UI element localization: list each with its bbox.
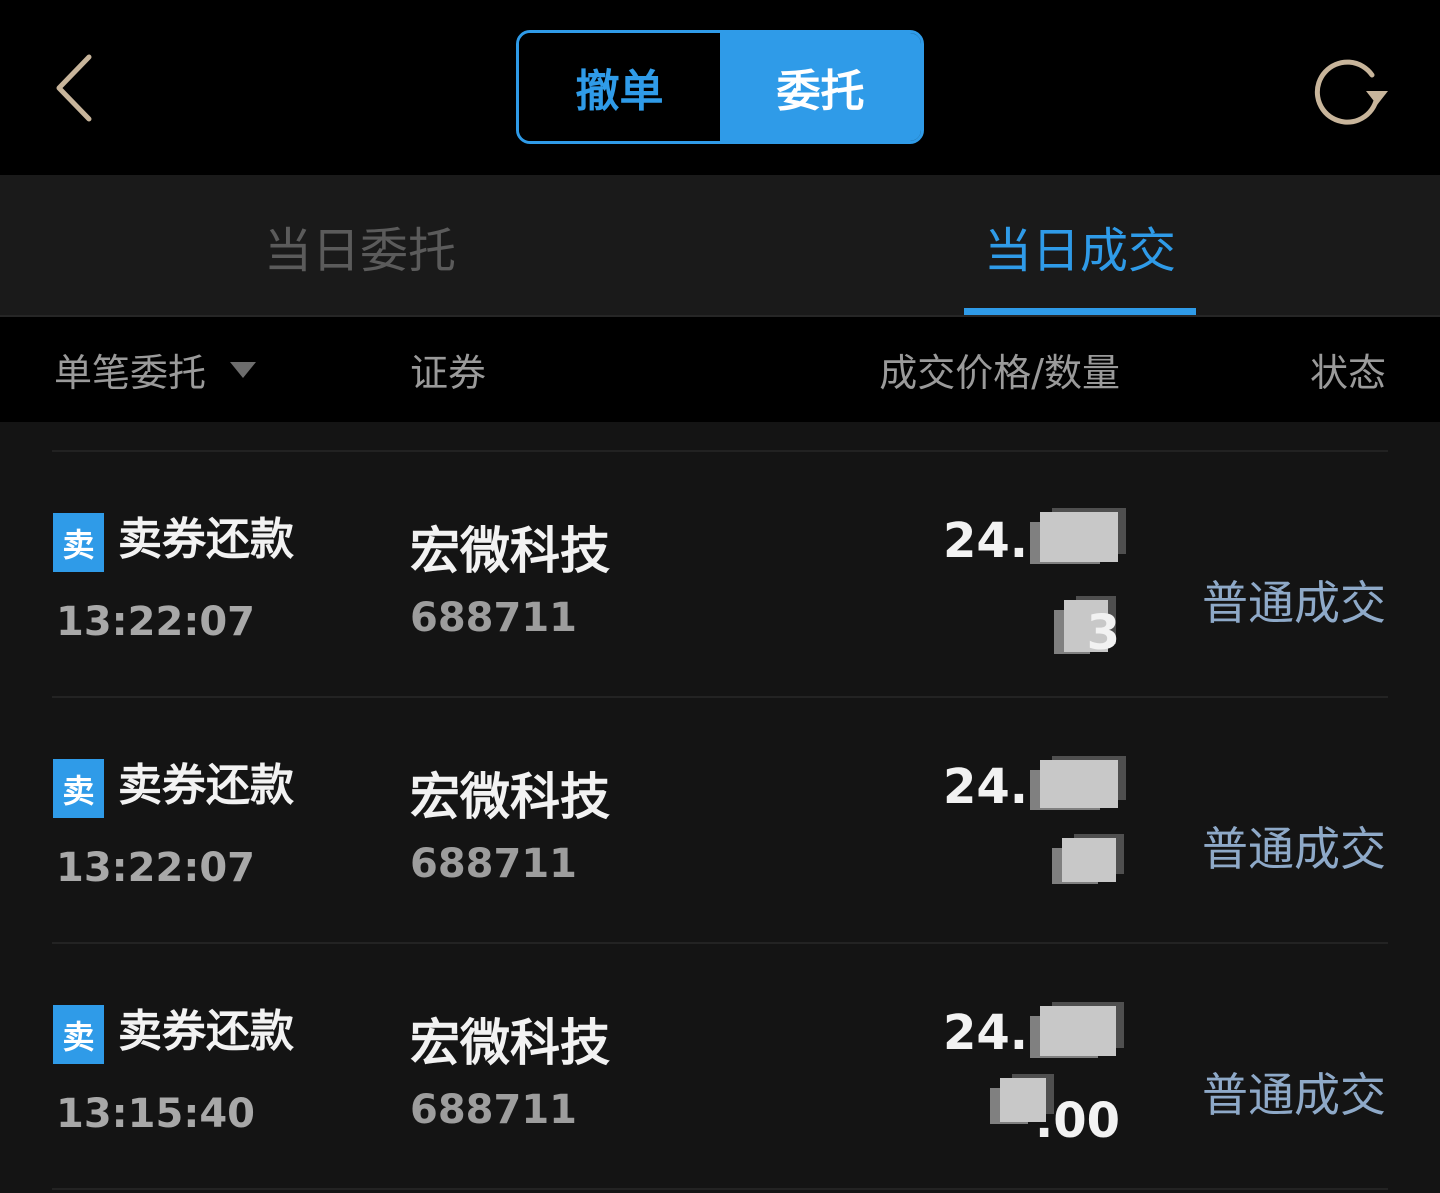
trade-row[interactable]: 卖 卖券还款 13:15:40 宏微科技 688711 24. .00 普通成交 — [0, 944, 1440, 1190]
order-type: 卖券还款 — [118, 760, 294, 811]
app-root: 撤单 委托 当日委托 当日成交 单笔委托 证券 成交价格/数量 状态 卖 卖券还 — [0, 0, 1440, 1193]
column-price-qty: 成交价格/数量 — [879, 351, 1120, 395]
security-code: 688711 — [410, 595, 577, 641]
trade-status: 普通成交 — [1202, 576, 1386, 630]
trade-status: 普通成交 — [1202, 822, 1386, 876]
redacted-mosaic — [1040, 512, 1118, 562]
column-status: 状态 — [1309, 351, 1386, 395]
active-tab-indicator — [964, 308, 1196, 315]
trade-quantity: 3 — [1086, 605, 1120, 661]
security-name: 宏微科技 — [410, 1014, 610, 1072]
trade-price: 24. — [942, 759, 1028, 815]
entrust-tab[interactable]: 委托 — [720, 33, 921, 141]
order-type: 卖券还款 — [118, 1006, 294, 1057]
order-time: 13:22:07 — [56, 599, 255, 645]
redacted-mosaic — [1040, 1006, 1116, 1056]
order-filter-label: 单笔委托 — [54, 351, 207, 395]
trade-quantity: .00 — [1034, 1093, 1120, 1149]
row-divider — [52, 1188, 1388, 1190]
mode-segmented-control: 撤单 委托 — [516, 30, 924, 144]
sub-tab-bar: 当日委托 当日成交 — [0, 175, 1440, 317]
order-time: 13:15:40 — [56, 1091, 255, 1137]
redacted-mosaic — [1062, 838, 1116, 882]
sell-badge: 卖 — [53, 513, 104, 572]
triangle-down-icon — [230, 361, 257, 378]
top-bar: 撤单 委托 — [0, 0, 1440, 175]
column-header: 单笔委托 证券 成交价格/数量 状态 — [0, 317, 1440, 422]
trade-price: 24. — [942, 1005, 1028, 1061]
redacted-mosaic — [1040, 760, 1118, 808]
security-name: 宏微科技 — [410, 768, 610, 826]
order-type: 卖券还款 — [118, 514, 294, 565]
trade-row[interactable]: 卖 卖券还款 13:22:07 宏微科技 688711 24. 3 普通成交 — [0, 452, 1440, 698]
trade-status: 普通成交 — [1202, 1068, 1386, 1122]
cancel-order-tab[interactable]: 撤单 — [519, 33, 720, 141]
chevron-left-icon — [56, 54, 92, 122]
tab-today-trades[interactable]: 当日成交 — [964, 175, 1196, 317]
column-security: 证券 — [410, 351, 487, 395]
sell-badge: 卖 — [53, 1005, 104, 1064]
security-code: 688711 — [410, 1087, 577, 1133]
back-button[interactable] — [40, 48, 110, 128]
security-code: 688711 — [410, 841, 577, 887]
tab-today-orders[interactable]: 当日委托 — [200, 175, 520, 317]
refresh-button[interactable] — [1310, 50, 1394, 130]
security-name: 宏微科技 — [410, 522, 610, 580]
trade-price: 24. — [942, 513, 1028, 569]
trade-row[interactable]: 卖 卖券还款 13:22:07 宏微科技 688711 24. 普通成交 — [0, 698, 1440, 944]
refresh-icon — [1314, 59, 1388, 125]
order-filter-dropdown[interactable]: 单笔委托 — [54, 317, 257, 422]
sell-badge: 卖 — [53, 759, 104, 818]
order-time: 13:22:07 — [56, 845, 255, 891]
